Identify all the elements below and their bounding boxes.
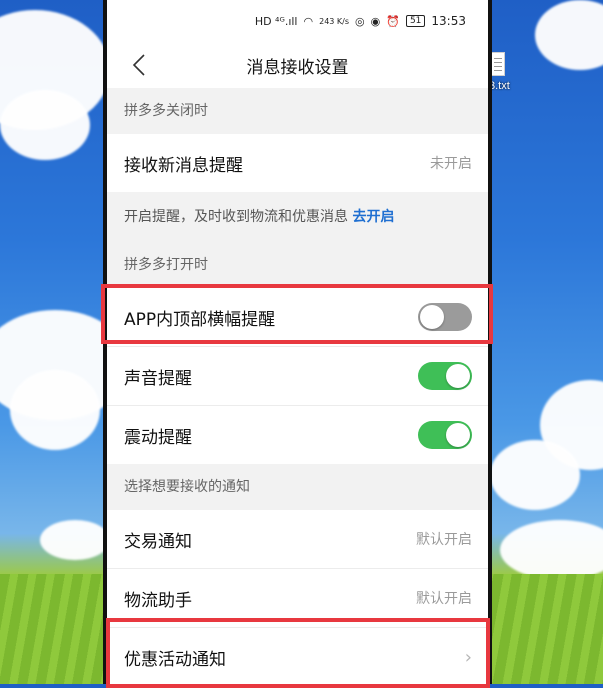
new-message-reminder-status: 未开启 [430, 156, 472, 172]
page-title: 消息接收设置 [246, 57, 349, 78]
signal-icon: HD ⁴ᴳ.ıll [254, 14, 298, 28]
trade-notification-label: 交易通知 [124, 531, 192, 552]
banner-reminder-row: APP内顶部横幅提醒 [107, 288, 488, 346]
trade-notification-status: 默认开启 [416, 532, 472, 548]
phone-screen: HD ⁴ᴳ.ıll ◠ 243 K/s ◎ ◉ ⏰ 51 13:53 消息接收设… [107, 0, 488, 684]
logistics-assistant-status: 默认开启 [416, 591, 472, 607]
battery-icon: 51 [405, 15, 426, 27]
section-header-notifications: 选择想要接收的通知 [107, 464, 488, 510]
desktop-file[interactable]: 3.txt [489, 52, 529, 92]
back-button[interactable] [127, 52, 153, 78]
logistics-assistant-row[interactable]: 物流助手 默认开启 [107, 568, 488, 627]
banner-reminder-label: APP内顶部横幅提醒 [124, 309, 276, 330]
chevron-right-icon: › [464, 646, 472, 668]
enable-hint-text: 开启提醒，及时收到物流和优惠消息 [124, 209, 353, 225]
vibrate-reminder-label: 震动提醒 [124, 427, 192, 448]
text-file-icon [491, 52, 505, 76]
nav-bar: 消息接收设置 [107, 42, 488, 88]
alarm-icon: ⏰ [386, 14, 400, 28]
sound-reminder-label: 声音提醒 [124, 368, 192, 389]
section-header-open: 拼多多打开时 [107, 242, 488, 288]
enable-hint: 开启提醒，及时收到物流和优惠消息 去开启 [107, 192, 488, 242]
network-speed: 243 K/s [319, 16, 350, 26]
new-message-reminder-label: 接收新消息提醒 [124, 155, 243, 176]
promo-notification-label: 优惠活动通知 [124, 649, 226, 670]
enable-link[interactable]: 去开启 [352, 209, 394, 225]
sound-reminder-toggle[interactable] [418, 362, 472, 390]
vibrate-reminder-toggle[interactable] [418, 421, 472, 449]
logistics-assistant-label: 物流助手 [124, 590, 192, 611]
new-message-reminder-row[interactable]: 接收新消息提醒 未开启 [107, 134, 488, 192]
sound-reminder-row: 声音提醒 [107, 346, 488, 405]
chevron-left-icon [132, 54, 145, 76]
desktop-file-label: 3.txt [489, 80, 510, 92]
status-bar: HD ⁴ᴳ.ıll ◠ 243 K/s ◎ ◉ ⏰ 51 13:53 [107, 0, 488, 42]
banner-reminder-toggle[interactable] [418, 303, 472, 331]
nfc-icon: ◎ [355, 14, 365, 28]
promo-notification-row[interactable]: 优惠活动通知 › [107, 627, 488, 684]
status-time: 13:53 [431, 14, 466, 28]
section-header-closed: 拼多多关闭时 [107, 88, 488, 134]
trade-notification-row[interactable]: 交易通知 默认开启 [107, 510, 488, 568]
eye-icon: ◉ [370, 14, 381, 28]
vibrate-reminder-row: 震动提醒 [107, 405, 488, 464]
wifi-icon: ◠ [303, 14, 314, 28]
